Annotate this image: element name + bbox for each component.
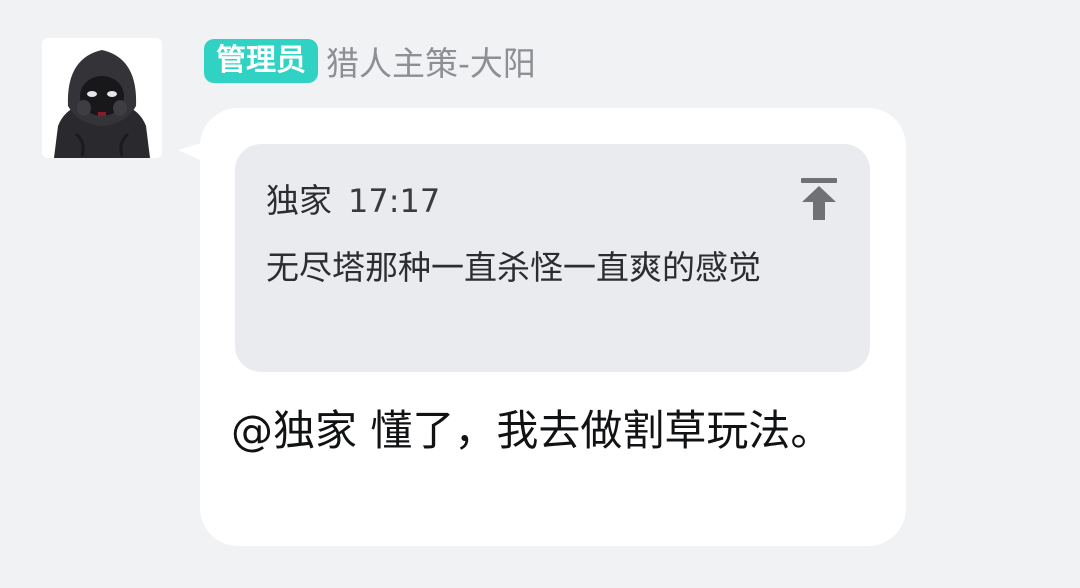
- sender-name[interactable]: 猎人主策-大阳: [326, 37, 536, 85]
- quote-text: 无尽塔那种一直杀怪一直爽的感觉: [266, 248, 761, 287]
- quote-header: 独家 17:17: [266, 174, 440, 222]
- jump-to-original-icon[interactable]: [798, 176, 840, 222]
- hooded-figure-avatar-icon: [42, 38, 162, 158]
- admin-badge: 管理员: [204, 39, 318, 83]
- sender-info: 管理员 猎人主策-大阳: [204, 38, 536, 84]
- quote-author: 独家: [266, 181, 332, 220]
- message-text: @独家 懂了，我去做割草玩法。: [231, 406, 833, 455]
- quote-time: 17:17: [348, 182, 441, 220]
- sender-avatar[interactable]: [42, 38, 162, 158]
- quoted-message[interactable]: 独家 17:17 无尽塔那种一直杀怪一直爽的感觉: [235, 144, 870, 372]
